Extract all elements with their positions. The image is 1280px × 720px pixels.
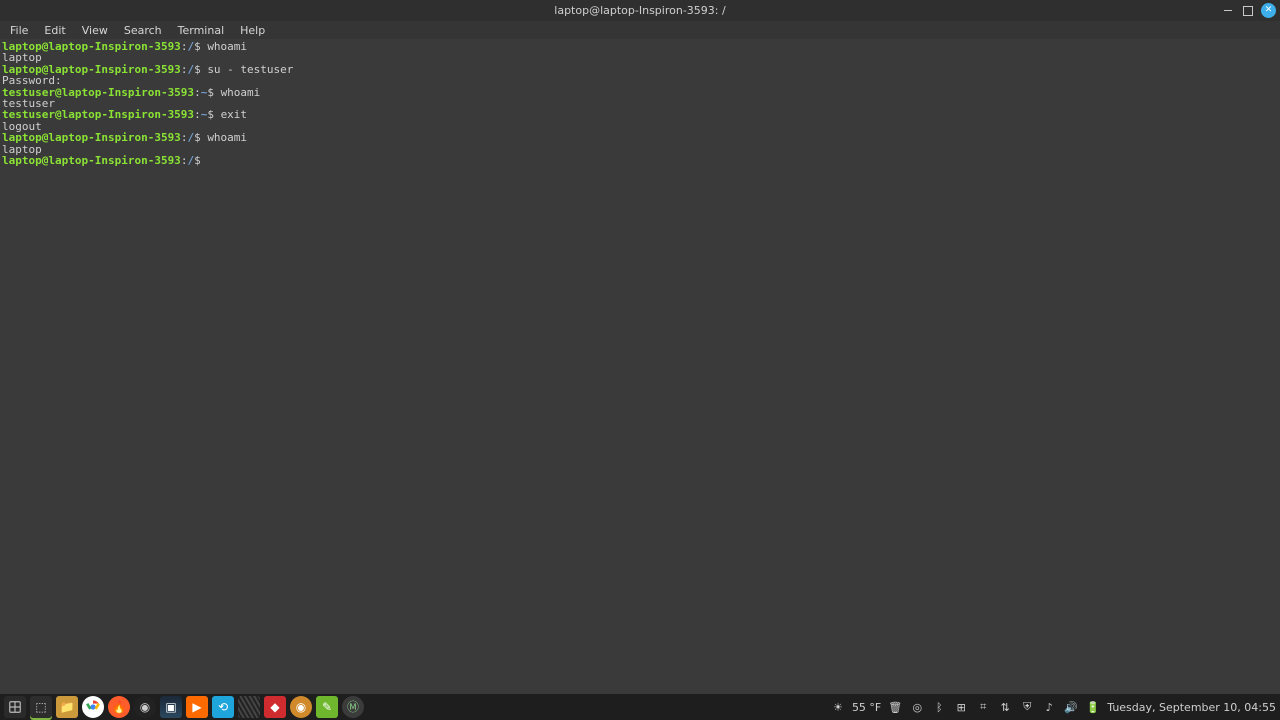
tray-icon-a[interactable]: ⊞ xyxy=(953,699,969,715)
temperature-text[interactable]: 55 °F xyxy=(852,701,881,714)
stripes-app-icon[interactable] xyxy=(238,696,260,718)
weather-icon[interactable]: ☀ xyxy=(830,699,846,715)
terminal-line: laptop@laptop-Inspiron-3593:/$ whoami xyxy=(2,132,1278,143)
terminal-line: laptop@laptop-Inspiron-3593:/$ xyxy=(2,155,1278,166)
prompt-colon: : xyxy=(194,108,201,121)
cmd-text: su - testuser xyxy=(207,63,293,76)
media-app-icon[interactable]: ▶ xyxy=(186,696,208,718)
window-controls xyxy=(1221,0,1276,21)
titlebar: laptop@laptop-Inspiron-3593: / xyxy=(0,0,1280,21)
orange-app-icon[interactable]: ◉ xyxy=(290,696,312,718)
maximize-button[interactable] xyxy=(1241,4,1255,18)
close-button[interactable] xyxy=(1261,3,1276,18)
green-app-icon[interactable]: ✎ xyxy=(316,696,338,718)
taskbar-tray: ☀ 55 °F 🗑 ◎ ᛒ ⊞ ⌗ ⇅ ⛨ ♪ 🔊 🔋 Tuesday, Sep… xyxy=(830,699,1276,715)
menu-terminal[interactable]: Terminal xyxy=(170,22,233,39)
prompt-sym: $ xyxy=(194,154,201,167)
prompt-sym: $ xyxy=(194,131,201,144)
network-tray-icon[interactable]: ⇅ xyxy=(997,699,1013,715)
menubar: File Edit View Search Terminal Help xyxy=(0,21,1280,39)
menu-search[interactable]: Search xyxy=(116,22,170,39)
clock-text[interactable]: Tuesday, September 10, 04:55 xyxy=(1107,701,1276,714)
cmd-text: whoami xyxy=(207,131,247,144)
red-app-icon[interactable]: ◆ xyxy=(264,696,286,718)
prompt-colon: : xyxy=(194,86,201,99)
trash-tray-icon[interactable]: 🗑 xyxy=(887,699,903,715)
prompt-sym: $ xyxy=(207,108,214,121)
prompt-sym: $ xyxy=(207,86,214,99)
menu-help[interactable]: Help xyxy=(232,22,273,39)
start-menu-icon[interactable] xyxy=(4,696,26,718)
menu-file[interactable]: File xyxy=(2,22,36,39)
terminal-window: laptop@laptop-Inspiron-3593: / File Edit… xyxy=(0,0,1280,720)
steam-app-icon[interactable]: ◉ xyxy=(134,696,156,718)
cmd-text: whoami xyxy=(207,40,247,53)
minimize-button[interactable] xyxy=(1221,4,1235,18)
menu-edit[interactable]: Edit xyxy=(36,22,73,39)
terminal-line: testuser@laptop-Inspiron-3593:~$ exit xyxy=(2,109,1278,120)
record-tray-icon[interactable]: ◎ xyxy=(909,699,925,715)
menu-view[interactable]: View xyxy=(74,22,116,39)
prompt-sym: $ xyxy=(194,40,201,53)
terminal-app-icon[interactable]: ⬚ xyxy=(30,696,52,718)
files-app-icon[interactable]: 📁 xyxy=(56,696,78,718)
mint-menu-icon[interactable]: Ⓜ xyxy=(342,696,364,718)
firefox-app-icon[interactable]: 🔥 xyxy=(108,696,130,718)
music-tray-icon[interactable]: ♪ xyxy=(1041,699,1057,715)
terminal-line: laptop@laptop-Inspiron-3593:/$ su - test… xyxy=(2,64,1278,75)
terminal-body[interactable]: laptop@laptop-Inspiron-3593:/$ whoami la… xyxy=(0,39,1280,694)
shield-tray-icon[interactable]: ⛨ xyxy=(1019,699,1035,715)
terminal-line: laptop@laptop-Inspiron-3593:/$ whoami xyxy=(2,41,1278,52)
tray-icon-b[interactable]: ⌗ xyxy=(975,699,991,715)
prompt-sym: $ xyxy=(194,63,201,76)
cmd-text: exit xyxy=(221,108,248,121)
taskbar-apps: ⬚ 📁 🔥 ◉ ▣ ▶ ⟲ ◆ ◉ ✎ Ⓜ xyxy=(4,696,364,718)
veyon-app-icon[interactable]: ⟲ xyxy=(212,696,234,718)
terminal-line: testuser@laptop-Inspiron-3593:~$ whoami xyxy=(2,87,1278,98)
chrome-app-icon[interactable] xyxy=(82,696,104,718)
cmd-text: whoami xyxy=(221,86,261,99)
bluetooth-tray-icon[interactable]: ᛒ xyxy=(931,699,947,715)
window-title: laptop@laptop-Inspiron-3593: / xyxy=(554,4,725,17)
battery-tray-icon[interactable]: 🔋 xyxy=(1085,699,1101,715)
volume-tray-icon[interactable]: 🔊 xyxy=(1063,699,1079,715)
prompt-user: laptop@laptop-Inspiron-3593 xyxy=(2,154,181,167)
steam2-app-icon[interactable]: ▣ xyxy=(160,696,182,718)
taskbar: ⬚ 📁 🔥 ◉ ▣ ▶ ⟲ ◆ ◉ ✎ Ⓜ ☀ 55 °F 🗑 ◎ ᛒ ⊞ ⌗ … xyxy=(0,694,1280,720)
